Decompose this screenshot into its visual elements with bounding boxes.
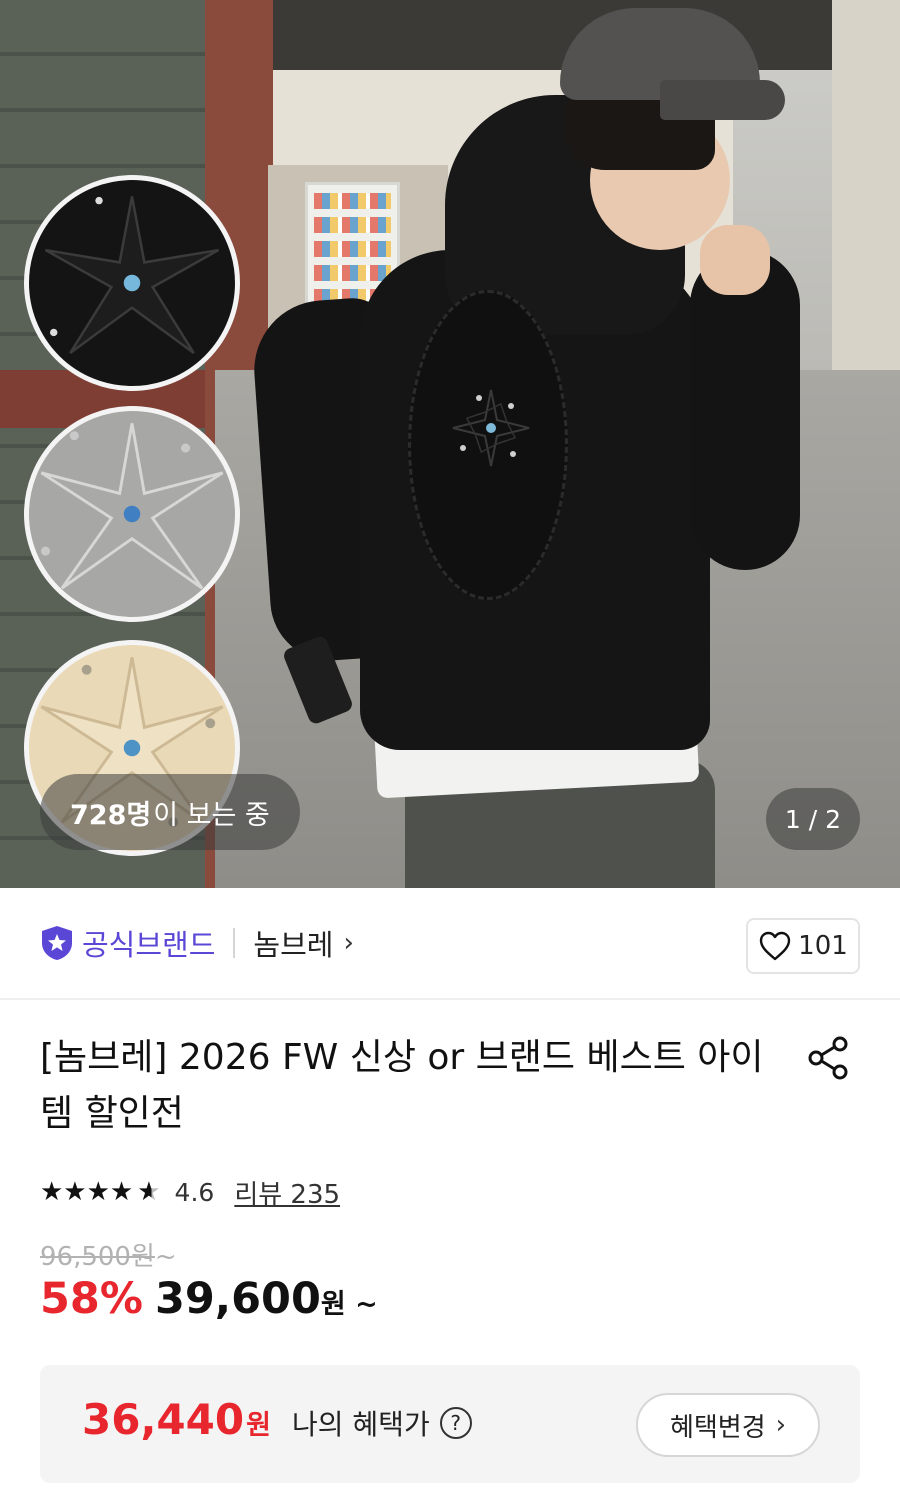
star-patch-icon — [452, 389, 530, 467]
chevron-right-icon: › — [343, 928, 354, 958]
sale-price-suffix: 원 ~ — [320, 1289, 378, 1320]
viewers-label: 이 보는 중 — [153, 799, 270, 831]
half-star-icon: ★ — [137, 1177, 161, 1207]
price-row: 58% 39,600원 ~ — [40, 1274, 378, 1324]
benefit-price-value: 36,440 — [82, 1395, 245, 1444]
image-pager: 1 / 2 — [766, 788, 860, 850]
like-count: 101 — [798, 931, 848, 961]
benefit-box: 36,440 원 나의 혜택가 ? 혜택변경 › — [40, 1365, 860, 1483]
model-hand — [700, 225, 770, 295]
change-benefit-button[interactable]: 혜택변경 › — [636, 1393, 820, 1457]
rating-row: ★★★★ ★ 4.6 리뷰 235 — [40, 1170, 340, 1214]
star-detail-icon — [40, 423, 224, 590]
viewers-count: 728명 — [70, 799, 152, 831]
brand-link[interactable]: 놈브레 › — [253, 922, 353, 964]
original-price-suffix: ~ — [154, 1242, 177, 1272]
official-badge-icon — [42, 926, 72, 960]
rating-value: 4.6 — [174, 1177, 215, 1207]
original-price-value: 96,500원 — [40, 1242, 155, 1272]
original-price: 96,500원~ — [40, 1236, 177, 1273]
benefit-label-text: 나의 혜택가 — [292, 1408, 430, 1441]
question-icon[interactable]: ? — [439, 1407, 472, 1439]
product-image-carousel[interactable]: 728명 이 보는 중 1 / 2 — [0, 0, 900, 888]
brand-row: 공식브랜드 놈브레 › 101 — [0, 888, 900, 1000]
review-link[interactable]: 리뷰 235 — [234, 1174, 340, 1211]
benefit-label: 나의 혜택가 ? — [292, 1403, 472, 1443]
heart-icon — [759, 931, 791, 961]
color-swatch-gray[interactable] — [24, 406, 240, 622]
hoodie-back-patch — [408, 290, 568, 600]
official-brand-badge: 공식브랜드 — [40, 922, 215, 964]
star-icon: ★★★★ — [40, 1177, 134, 1207]
model-cap-brim — [660, 80, 785, 120]
change-benefit-label: 혜택변경 — [669, 1412, 766, 1443]
benefit-price-unit: 원 — [246, 1410, 271, 1441]
hoodie-right-sleeve — [690, 250, 800, 570]
viewers-badge: 728명 이 보는 중 — [40, 774, 300, 850]
brand-name: 놈브레 — [253, 928, 334, 962]
star-detail-icon — [44, 196, 220, 355]
official-brand-label: 공식브랜드 — [82, 928, 216, 962]
rating-stars: ★★★★ ★ — [40, 1177, 161, 1207]
like-button[interactable]: 101 — [746, 918, 860, 974]
brand-divider — [233, 928, 236, 958]
chevron-right-icon: › — [775, 1410, 787, 1440]
sale-price: 39,600 — [154, 1274, 321, 1324]
benefit-price: 36,440 원 — [82, 1395, 271, 1444]
share-icon[interactable] — [804, 1034, 852, 1082]
discount-rate: 58% — [40, 1274, 143, 1324]
color-swatch-black[interactable] — [24, 175, 240, 391]
product-title: [놈브레] 2026 FW 신상 or 브랜드 베스트 아이템 할인전 — [40, 1037, 764, 1134]
